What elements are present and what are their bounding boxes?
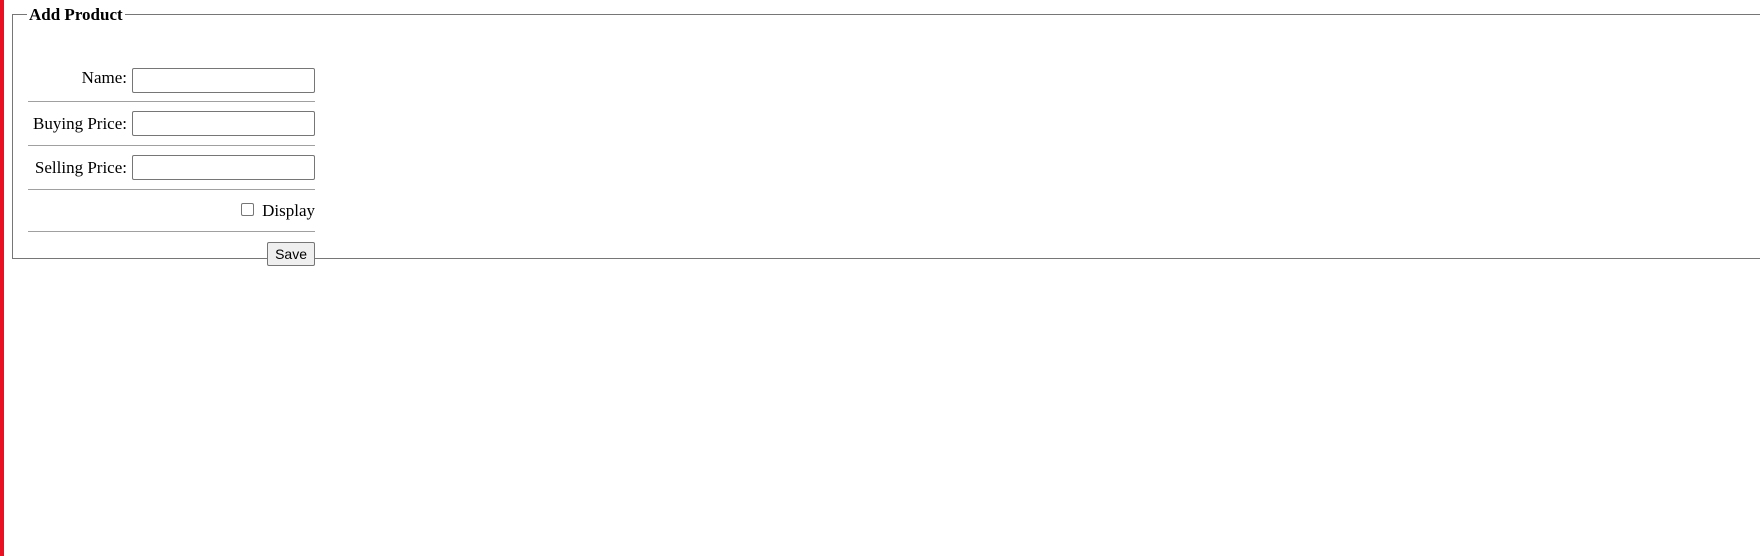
buying-price-label: Buying Price:	[33, 113, 127, 133]
form-title: Add Product	[29, 5, 123, 24]
name-label: Name:	[81, 68, 127, 87]
name-row: Name:	[28, 59, 315, 102]
left-accent-bar	[0, 0, 4, 556]
selling-price-row: Selling Price:	[28, 146, 315, 190]
display-row: Display	[28, 190, 315, 232]
save-button[interactable]: Save	[267, 242, 315, 266]
buying-price-row: Buying Price:	[28, 102, 315, 146]
buying-price-input[interactable]	[132, 111, 315, 136]
display-label[interactable]: Display	[262, 201, 315, 221]
selling-price-input[interactable]	[132, 155, 315, 180]
form-body: Name: Buying Price: Selling Price: Displ…	[28, 59, 315, 274]
name-input[interactable]	[132, 68, 315, 93]
add-product-fieldset: Add Product Name: Buying Price: Selling …	[12, 5, 1760, 266]
selling-price-label: Selling Price:	[34, 157, 127, 177]
action-row: Save	[28, 232, 315, 274]
display-checkbox[interactable]	[241, 203, 255, 216]
